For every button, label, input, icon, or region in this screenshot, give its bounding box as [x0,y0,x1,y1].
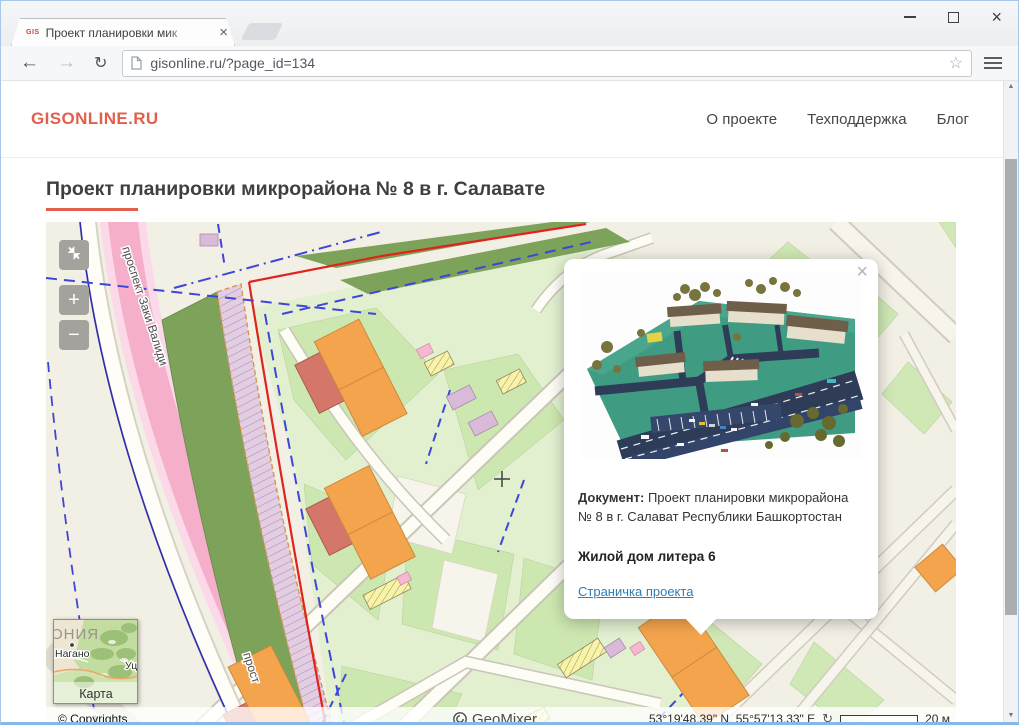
url-text[interactable]: gisonline.ru/?page_id=134 [150,55,315,71]
title-underline [46,208,138,211]
window-controls: × [904,6,1002,28]
browser-window: GIS Проект планировки мик × × ← → ↻ giso… [0,0,1019,725]
popup-close-icon[interactable]: × [856,261,868,284]
minimap-city-label: Нагано [55,648,90,660]
browser-tab[interactable]: GIS Проект планировки мик × [11,18,235,46]
popup-object-title: Жилой дом литера 6 [578,548,716,564]
zoom-in-button[interactable]: + [59,285,89,315]
minimap-marker [69,642,75,648]
browser-titlebar: GIS Проект планировки мик × × [1,1,1018,46]
map-container: проспект Заки Валиди прост + − ОНИЯ Нага… [46,222,956,722]
collapse-map-button[interactable] [59,240,89,270]
popup-project-link[interactable]: Страничка проекта [578,584,693,599]
collapse-icon [67,246,81,260]
scrollbar-thumb[interactable] [1005,159,1017,615]
page-icon [131,56,143,70]
map-footer: © Copyrights GeoMixer 53°19'48.39" N, 55… [46,707,956,722]
nav-item-blog[interactable]: Блог [937,111,969,128]
minimap-layer-label[interactable]: Карта [79,687,112,701]
window-close-icon[interactable]: × [991,8,1002,26]
geomixer-attribution[interactable]: GeoMixer [452,710,538,723]
project-model-photo [581,273,864,459]
popup-document-label: Документ: [578,490,645,505]
nav-item-about[interactable]: О проекте [706,111,777,128]
back-icon[interactable]: ← [20,52,39,74]
minimap[interactable]: ОНИЯ Нагано Уц Карта [53,619,138,704]
scrollbar[interactable]: ▲ ▼ [1003,81,1018,722]
scale-bar [840,714,919,722]
zoom-out-button[interactable]: − [59,320,89,350]
address-bar[interactable]: gisonline.ru/?page_id=134 ☆ [122,49,972,77]
copyrights-link[interactable]: © Copyrights [58,712,128,722]
maximize-icon[interactable] [948,11,960,23]
reload-icon[interactable]: ↻ [94,53,107,73]
scale-refresh-icon[interactable]: ↻ [822,711,833,722]
menu-icon[interactable] [984,57,1002,59]
minimap-city2-label: Уц [125,660,137,672]
coordinates-readout: 53°19'48.39" N, 55°57'13.33" E [649,712,816,722]
minimize-icon[interactable] [904,16,917,18]
site-favicon: GIS [26,29,40,36]
geomixer-label: GeoMixer [472,710,538,723]
page-title: Проект планировки микрорайона № 8 в г. С… [46,178,546,200]
browser-toolbar: ← → ↻ gisonline.ru/?page_id=134 ☆ [1,46,1018,81]
nav-item-support[interactable]: Техподдержка [807,111,906,128]
geomixer-spiral-icon [453,712,467,722]
site-header: GISONLINE.RU О проекте Техподдержка Блог [1,81,1003,158]
site-logo[interactable]: GISONLINE.RU [31,109,159,129]
bookmark-star-icon[interactable]: ☆ [949,53,963,73]
top-nav: О проекте Техподдержка Блог [706,111,969,128]
tab-close-icon[interactable]: × [219,25,228,40]
page-content: ▲ ▼ GISONLINE.RU О проекте Техподдержка … [1,81,1018,722]
map-popup: × Документ: Проект планировки микрорайон… [564,259,878,635]
forward-icon: → [57,52,76,73]
minimap-region-label: ОНИЯ [54,626,99,643]
popup-document-text: Документ: Проект планировки микрорайона … [578,490,849,524]
scale-value: 20 м [925,712,950,722]
new-tab-button[interactable] [240,23,284,40]
scroll-up-icon[interactable]: ▲ [1004,83,1018,90]
tab-title: Проект планировки мик [45,25,178,40]
scroll-down-icon[interactable]: ▼ [1004,712,1018,719]
